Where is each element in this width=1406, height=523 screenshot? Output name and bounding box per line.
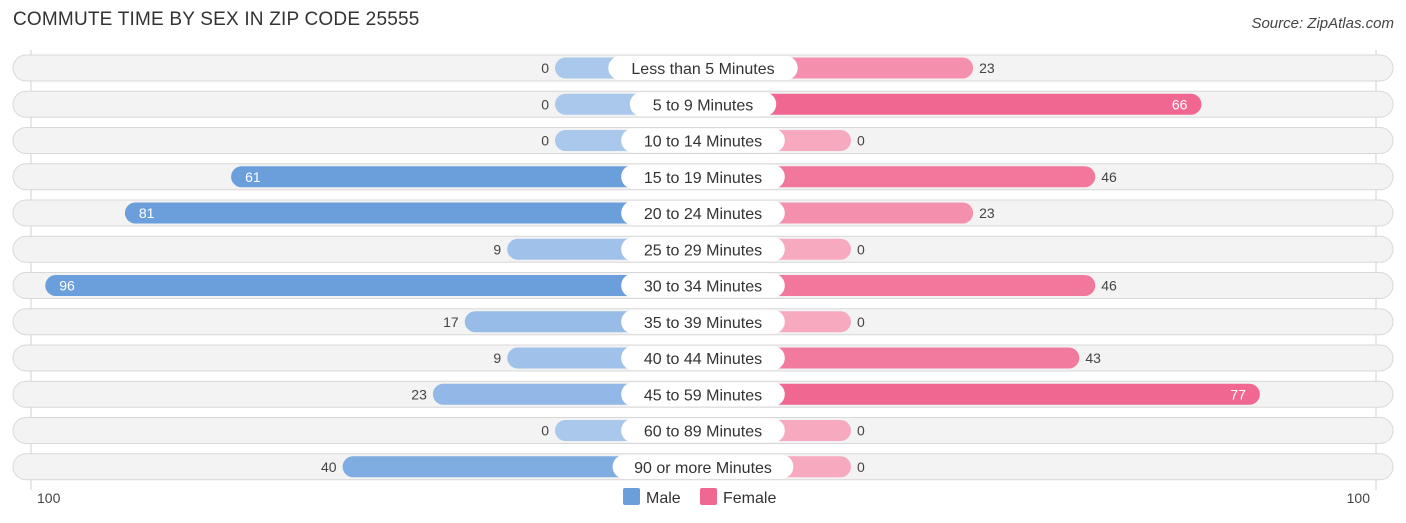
legend-label-female: Female xyxy=(723,490,776,507)
row-4: 81 23 20 to 24 Minutes xyxy=(12,199,1394,227)
category-label: 5 to 9 Minutes xyxy=(653,97,754,114)
value-label-male: 0 xyxy=(541,96,549,112)
row-5: 9 0 25 to 29 Minutes xyxy=(12,235,1394,263)
legend: Male Female xyxy=(623,488,776,507)
category-label: 90 or more Minutes xyxy=(634,460,772,477)
value-label-female: 0 xyxy=(857,241,865,257)
category-label: 15 to 19 Minutes xyxy=(644,170,762,187)
category-label: 45 to 59 Minutes xyxy=(644,387,762,404)
value-label-male: 40 xyxy=(321,459,337,475)
value-label-male: 17 xyxy=(443,314,459,330)
value-label-female: 0 xyxy=(857,314,865,330)
value-label-female: 46 xyxy=(1101,278,1117,294)
row-9: 23 77 45 to 59 Minutes xyxy=(12,380,1394,408)
row-6: 96 46 30 to 34 Minutes xyxy=(12,272,1394,299)
category-label: 40 to 44 Minutes xyxy=(644,351,762,368)
value-label-female: 43 xyxy=(1085,350,1101,366)
value-label-female: 23 xyxy=(979,60,995,76)
row-8: 9 43 40 to 44 Minutes xyxy=(12,344,1394,372)
value-label-male: 0 xyxy=(541,423,549,439)
category-label: 25 to 29 Minutes xyxy=(644,242,762,259)
chart-svg: 0 23Less than 5 Minutes0 665 to 9 Minutes0… xyxy=(12,50,1394,507)
bar-female xyxy=(703,383,1260,405)
value-label-female: 0 xyxy=(857,133,865,149)
bar-male xyxy=(45,275,704,296)
legend-swatch-male xyxy=(623,488,640,505)
value-label-female: 0 xyxy=(857,459,865,475)
category-label: 10 to 14 Minutes xyxy=(644,134,762,151)
category-label: Less than 5 Minutes xyxy=(631,61,774,78)
row-1: 0 66 5 to 9 Minutes xyxy=(12,90,1394,118)
value-label-female: 66 xyxy=(1172,96,1188,112)
value-label-male: 9 xyxy=(493,350,501,366)
legend-swatch-female xyxy=(700,488,717,505)
row-0: 0 23 Less than 5 Minutes xyxy=(12,54,1394,82)
row-2: 0 0 10 to 14 Minutes xyxy=(12,127,1394,154)
value-label-male: 0 xyxy=(541,60,549,76)
row-3: 61 46 15 to 19 Minutes xyxy=(12,163,1394,191)
category-label: 20 to 24 Minutes xyxy=(644,206,762,223)
category-label: 30 to 34 Minutes xyxy=(644,279,762,296)
value-label-male: 61 xyxy=(245,169,261,185)
category-label: 35 to 39 Minutes xyxy=(644,315,762,332)
value-label-female: 77 xyxy=(1230,386,1246,402)
legend-label-male: Male xyxy=(646,490,681,507)
row-10: 0 0 60 to 89 Minutes xyxy=(12,417,1394,444)
row-11: 40 0 90 or more Minutes xyxy=(12,453,1394,481)
value-label-female: 23 xyxy=(979,205,995,221)
value-label-female: 46 xyxy=(1101,169,1117,185)
bar-female xyxy=(703,93,1202,115)
value-label-male: 0 xyxy=(541,133,549,149)
value-label-female: 0 xyxy=(857,423,865,439)
category-label: 60 to 89 Minutes xyxy=(644,424,762,441)
axis-right-label: 100 xyxy=(1347,490,1371,506)
value-label-male: 9 xyxy=(493,241,501,257)
axis-left-label: 100 xyxy=(37,490,61,506)
value-label-male: 96 xyxy=(59,278,75,294)
row-7: 17 0 35 to 39 Minutes xyxy=(12,308,1394,336)
bar-male xyxy=(124,202,703,224)
value-label-male: 23 xyxy=(411,386,427,402)
rows-group: 0 23Less than 5 Minutes0 665 to 9 Minutes0… xyxy=(12,50,1394,490)
value-label-male: 81 xyxy=(139,205,155,221)
